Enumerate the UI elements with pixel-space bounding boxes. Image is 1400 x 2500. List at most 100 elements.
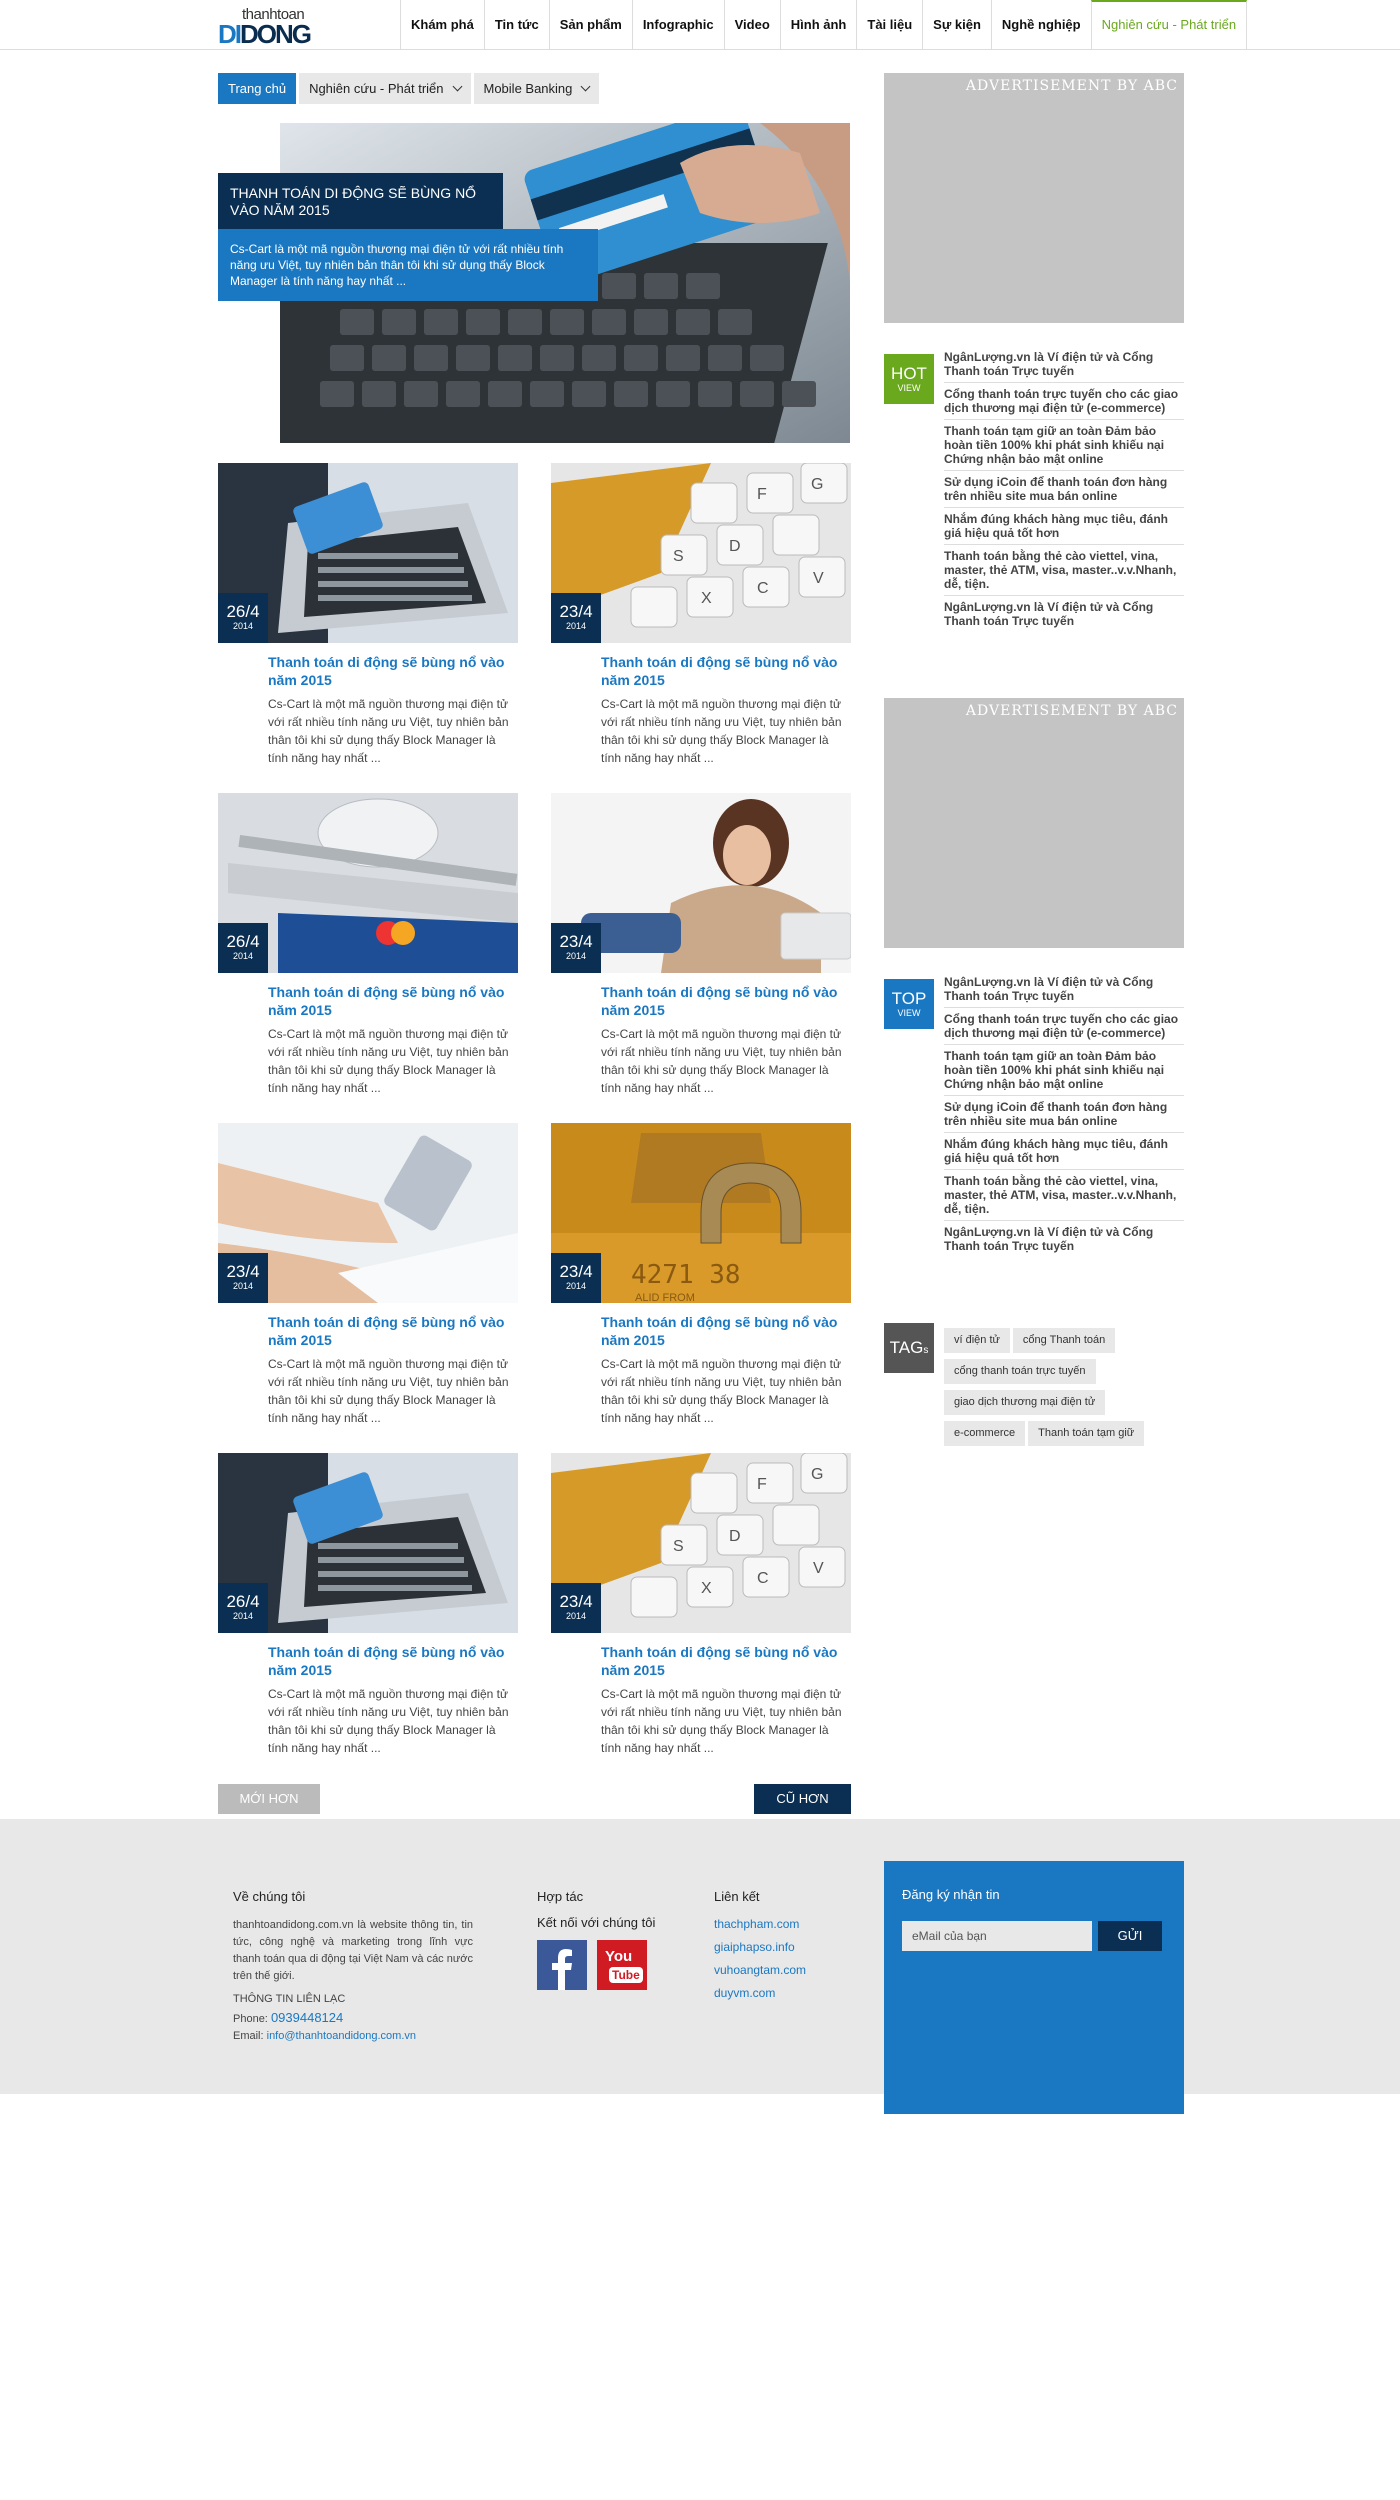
- email-link[interactable]: info@thanhtoandidong.com.vn: [267, 2030, 416, 2042]
- nav-item-nghien-cuu[interactable]: Nghiên cứu - Phát triển: [1090, 0, 1248, 50]
- article-image-padlock-card[interactable]: 4271 38 ALID FROM 23/4 2014: [551, 1123, 851, 1303]
- newsletter-send-button[interactable]: GỬI: [1098, 1921, 1162, 1951]
- tag-item[interactable]: ví điện tử: [944, 1328, 1010, 1353]
- svg-text:V: V: [813, 570, 824, 587]
- article-title[interactable]: Thanh toán di động sẽ bùng nổ vào năm 20…: [601, 1643, 851, 1679]
- article-image-laptop-card[interactable]: 26/4 2014: [218, 463, 518, 643]
- article-summary: Cs-Cart là một mã nguồn thương mại điện …: [268, 1357, 509, 1425]
- nav-item-tai-lieu[interactable]: Tài liệu: [856, 0, 922, 50]
- article-summary: Cs-Cart là một mã nguồn thương mại điện …: [268, 1687, 509, 1755]
- breadcrumb-home[interactable]: Trang chủ: [218, 73, 297, 104]
- article-title[interactable]: Thanh toán di động sẽ bùng nổ vào năm 20…: [601, 1313, 851, 1349]
- date-badge: 23/4 2014: [551, 1583, 601, 1633]
- tags-badge: TAGs: [884, 1323, 934, 1373]
- list-item[interactable]: Sử dụng iCoin để thanh toán đơn hàng trê…: [944, 471, 1184, 508]
- chevron-down-icon: [580, 81, 591, 92]
- nav-item-kham-pha[interactable]: Khám phá: [400, 0, 484, 50]
- nav-item-nghe-nghiep[interactable]: Nghề nghiệp: [990, 0, 1091, 50]
- article-image-keyboard-gold-card[interactable]: F G S D X C V 23/4 2014: [551, 463, 851, 643]
- facebook-icon[interactable]: [537, 1940, 587, 1990]
- article-title[interactable]: Thanh toán di động sẽ bùng nổ vào năm 20…: [268, 1643, 518, 1679]
- date-badge: 23/4 2014: [551, 593, 601, 643]
- list-item[interactable]: Thanh toán tạm giữ an toàn Đảm bảo hoàn …: [944, 420, 1184, 471]
- article-title[interactable]: Thanh toán di động sẽ bùng nổ vào năm 20…: [268, 1313, 518, 1349]
- footer-link[interactable]: duyvm.com: [714, 1986, 775, 2000]
- list-item[interactable]: Sử dụng iCoin để thanh toán đơn hàng trê…: [944, 1096, 1184, 1133]
- newer-button[interactable]: MỚI HƠN: [218, 1784, 320, 1814]
- article-card: 26/4 2014 Thanh toán di động sẽ bùng nổ v…: [218, 463, 518, 767]
- article-image-keyboard-gold-card[interactable]: F G S D X C V 23/4 2014: [551, 1453, 851, 1633]
- hero-title[interactable]: THANH TOÁN DI ĐỘNG SẼ BÙNG NỔ VÀO NĂM 20…: [218, 173, 503, 231]
- breadcrumb-level1[interactable]: Nghiên cứu - Phát triển: [299, 73, 471, 104]
- footer-about-title: Về chúng tôi: [233, 1889, 306, 1904]
- article-image-mouse-cards[interactable]: 26/4 2014: [218, 793, 518, 973]
- svg-text:F: F: [757, 1476, 767, 1493]
- svg-text:4271 38: 4271 38: [631, 1260, 741, 1290]
- older-button[interactable]: CŨ HƠN: [754, 1784, 851, 1814]
- date-badge: 23/4 2014: [551, 1253, 601, 1303]
- list-item[interactable]: Nhắm đúng khách hàng mục tiêu, đánh giá …: [944, 1133, 1184, 1170]
- article-image-woman-tablet[interactable]: 23/4 2014: [551, 793, 851, 973]
- svg-text:X: X: [701, 590, 712, 607]
- article-card: 26/4 2014 Thanh toán di động sẽ bùng nổ v…: [218, 793, 518, 1097]
- article-card: 26/4 2014 Thanh toán di động sẽ bùng nổ v…: [218, 1453, 518, 1757]
- tag-item[interactable]: giao dịch thương mại điện tử: [944, 1390, 1106, 1415]
- article-summary: Cs-Cart là một mã nguồn thương mại điện …: [268, 1027, 509, 1095]
- list-item[interactable]: Cổng thanh toán trực tuyến cho các giao …: [944, 1008, 1184, 1045]
- advertisement-banner[interactable]: ADVERTISEMENT BY ABC: [884, 73, 1184, 323]
- footer-link[interactable]: thachpham.com: [714, 1917, 799, 1931]
- article-summary: Cs-Cart là một mã nguồn thương mại điện …: [601, 1027, 842, 1095]
- tag-item[interactable]: cổng thanh toán trực tuyến: [944, 1359, 1096, 1384]
- date-badge: 23/4 2014: [218, 1253, 268, 1303]
- article-summary: Cs-Cart là một mã nguồn thương mại điện …: [268, 697, 509, 765]
- footer-link[interactable]: giaiphapso.info: [714, 1940, 795, 1954]
- list-item[interactable]: NgânLượng.vn là Ví điện tử và Cổng Thanh…: [944, 346, 1184, 383]
- article-card: 23/4 2014 Thanh toán di động sẽ bùng nổ v…: [218, 1123, 518, 1427]
- article-title[interactable]: Thanh toán di động sẽ bùng nổ vào năm 20…: [268, 983, 518, 1019]
- footer-link[interactable]: vuhoangtam.com: [714, 1963, 806, 1977]
- tag-item[interactable]: e-commerce: [944, 1421, 1026, 1446]
- advertisement-banner[interactable]: ADVERTISEMENT BY ABC: [884, 698, 1184, 948]
- site-logo[interactable]: thanhtoan DIDONG: [218, 6, 312, 49]
- tag-item[interactable]: Thanh toán tạm giữ: [1028, 1421, 1145, 1446]
- article-card: 4271 38 ALID FROM 23/4 2014 Thanh toán di …: [551, 1123, 851, 1427]
- tag-item[interactable]: cổng Thanh toán: [1012, 1328, 1116, 1353]
- article-title[interactable]: Thanh toán di động sẽ bùng nổ vào năm 20…: [601, 653, 851, 689]
- date-badge: 26/4 2014: [218, 1583, 268, 1633]
- footer-contact-title: THÔNG TIN LIÊN LẠC: [233, 1993, 346, 2005]
- article-summary: Cs-Cart là một mã nguồn thương mại điện …: [601, 697, 842, 765]
- phone-number[interactable]: 0939448124: [271, 2010, 343, 2025]
- article-summary: Cs-Cart là một mã nguồn thương mại điện …: [601, 1357, 842, 1425]
- list-item[interactable]: Thanh toán tạm giữ an toàn Đảm bảo hoàn …: [944, 1045, 1184, 1096]
- list-item[interactable]: Thanh toán bằng thẻ cào viettel, vina, m…: [944, 545, 1184, 596]
- list-item[interactable]: NgânLượng.vn là Ví điện tử và Cổng Thanh…: [944, 1221, 1184, 1257]
- list-item[interactable]: Cổng thanh toán trực tuyến cho các giao …: [944, 383, 1184, 420]
- nav-item-infographic[interactable]: Infographic: [631, 0, 724, 50]
- newsletter-email-input[interactable]: eMail của bạn: [902, 1921, 1092, 1951]
- footer-about-text: thanhtoandidong.com.vn là website thông …: [233, 1919, 473, 1982]
- nav-item-su-kien[interactable]: Sự kiện: [922, 0, 991, 50]
- youtube-icon[interactable]: You Tube: [597, 1940, 647, 1990]
- main-nav: Khám phá Tin tức Sản phẩm Infographic Vi…: [400, 0, 1248, 50]
- list-item[interactable]: NgânLượng.vn là Ví điện tử và Cổng Thanh…: [944, 596, 1184, 632]
- advertisement-label: ADVERTISEMENT BY ABC: [965, 78, 1178, 94]
- article-card: 23/4 2014 Thanh toán di động sẽ bùng nổ v…: [551, 793, 851, 1097]
- article-image-laptop-card[interactable]: 26/4 2014: [218, 1453, 518, 1633]
- list-item[interactable]: Nhắm đúng khách hàng mục tiêu, đánh giá …: [944, 508, 1184, 545]
- article-title[interactable]: Thanh toán di động sẽ bùng nổ vào năm 20…: [601, 983, 851, 1019]
- nav-item-tin-tuc[interactable]: Tin tức: [483, 0, 549, 50]
- article-image-hands-card[interactable]: 23/4 2014: [218, 1123, 518, 1303]
- list-item[interactable]: Thanh toán bằng thẻ cào viettel, vina, m…: [944, 1170, 1184, 1221]
- svg-text:D: D: [729, 538, 741, 555]
- nav-item-san-pham[interactable]: Sản phẩm: [548, 0, 632, 50]
- advertisement-label: ADVERTISEMENT BY ABC: [965, 703, 1178, 719]
- chevron-down-icon: [452, 81, 462, 92]
- article-title[interactable]: Thanh toán di động sẽ bùng nổ vào năm 20…: [268, 653, 518, 689]
- svg-text:G: G: [811, 1466, 823, 1483]
- nav-item-hinh-anh[interactable]: Hình ảnh: [779, 0, 857, 50]
- list-item[interactable]: NgânLượng.vn là Ví điện tử và Cổng Thanh…: [944, 971, 1184, 1008]
- breadcrumb-level2[interactable]: Mobile Banking: [473, 73, 600, 104]
- footer-social-title: Kết nối với chúng tôi: [537, 1915, 656, 1930]
- footer-phone: Phone: 0939448124: [233, 2010, 344, 2025]
- nav-item-video[interactable]: Video: [723, 0, 780, 50]
